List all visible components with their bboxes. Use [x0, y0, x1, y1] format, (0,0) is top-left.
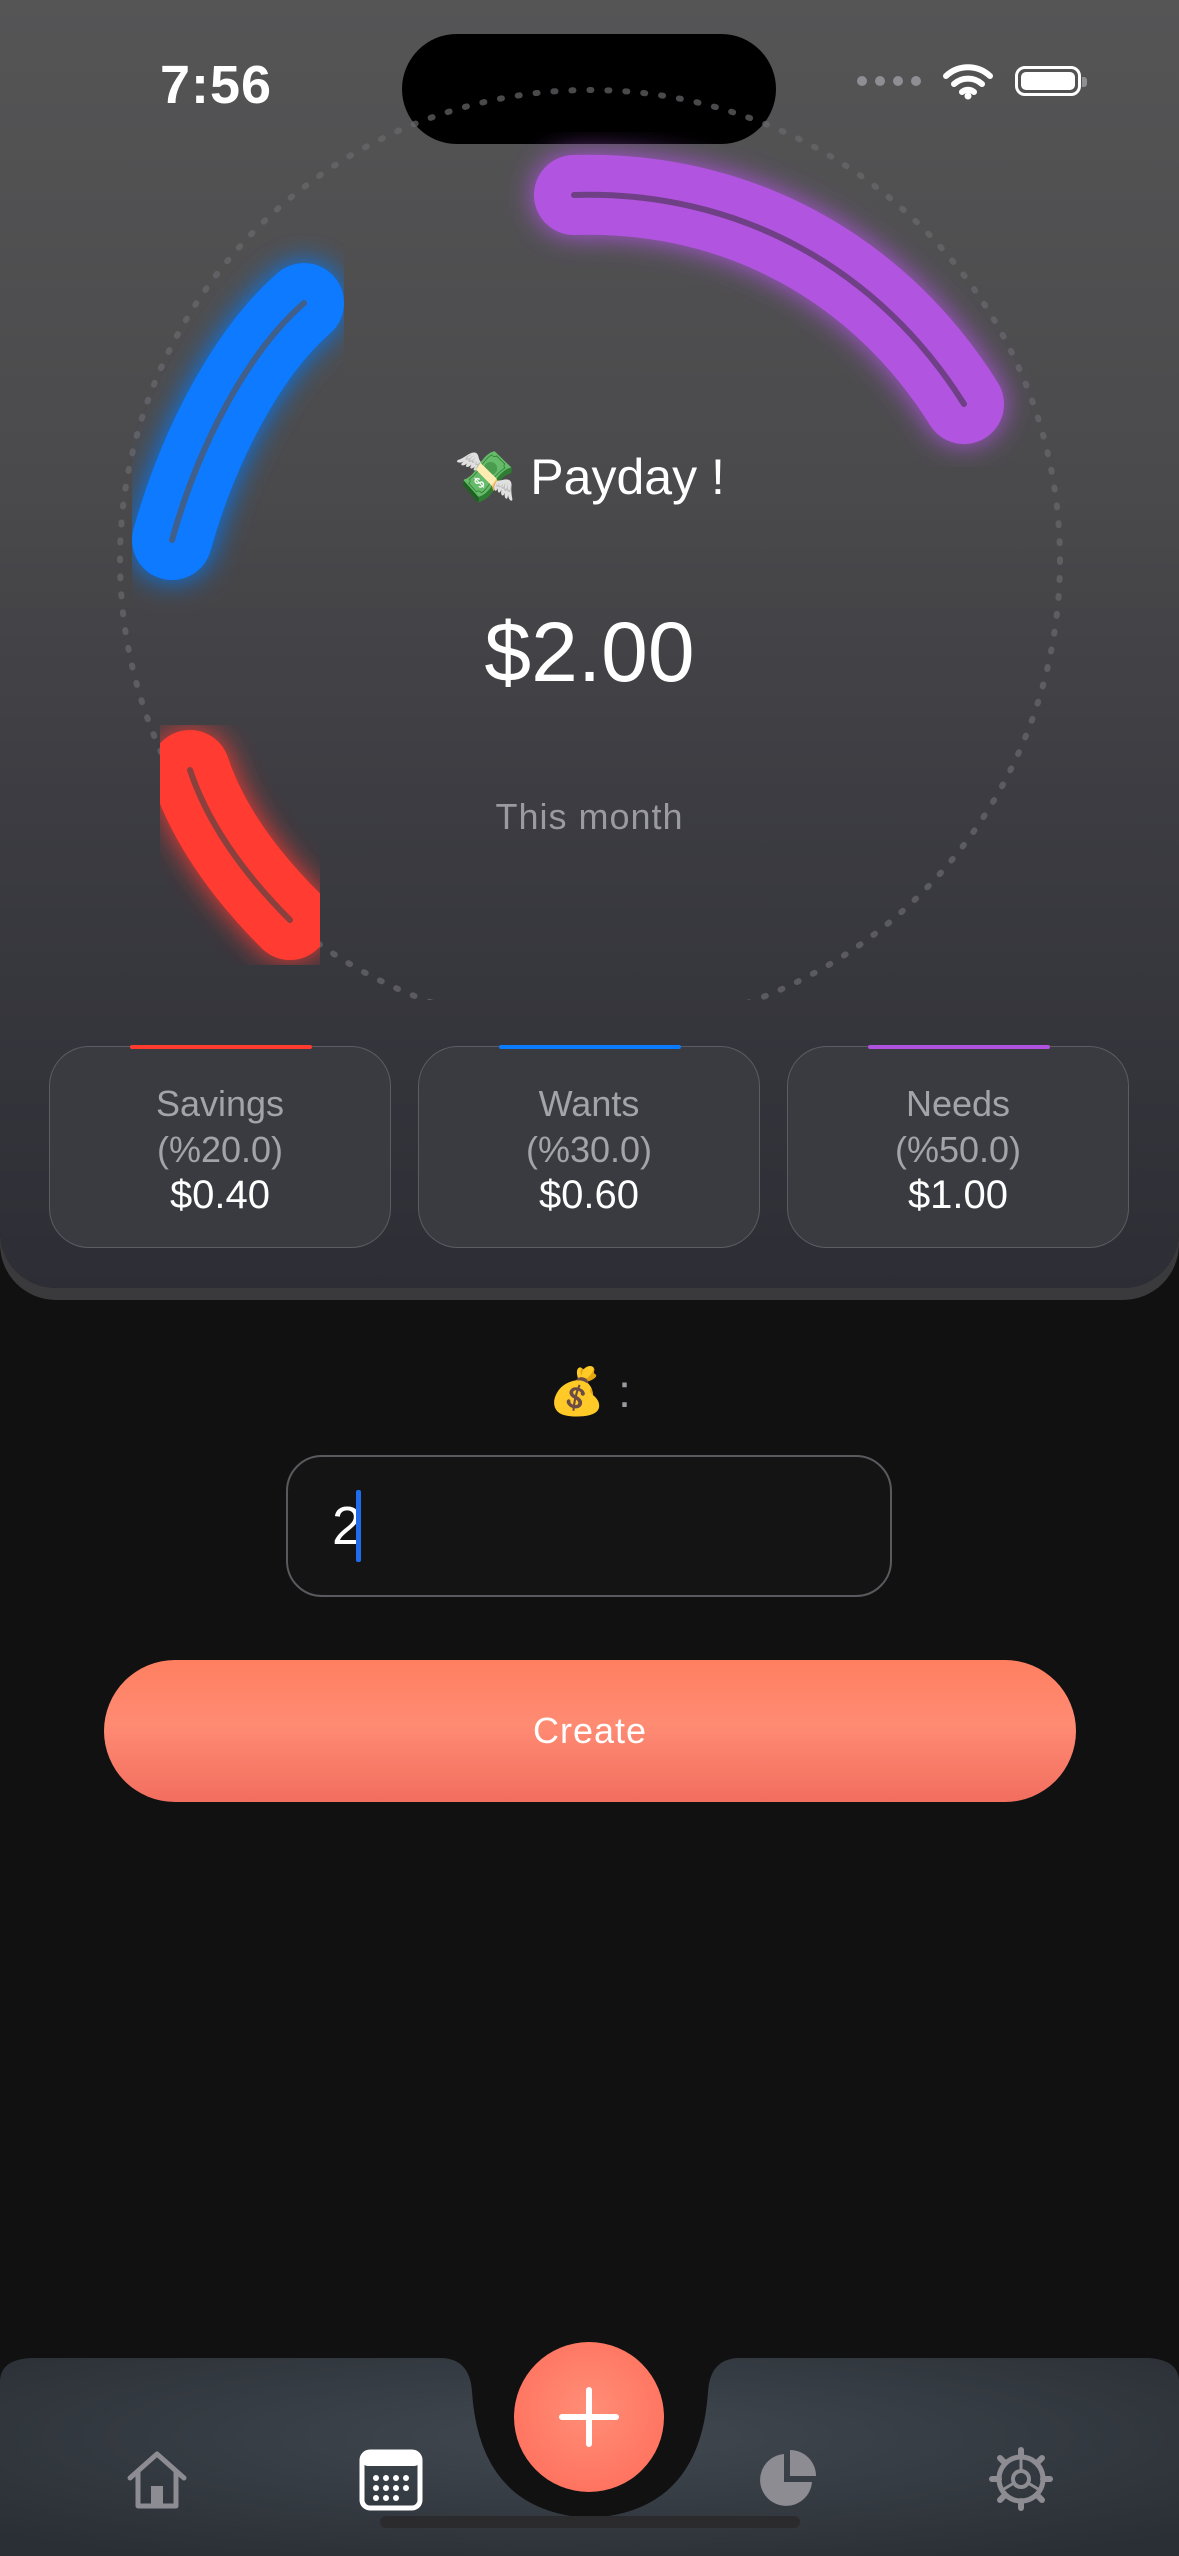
add-button[interactable] — [514, 2342, 664, 2492]
house-icon — [127, 2451, 187, 2509]
category-value: $1.00 — [907, 1173, 1009, 1217]
category-name: Needs — [905, 1083, 1011, 1124]
category-percent: (%50.0) — [894, 1129, 1022, 1170]
text-cursor — [356, 1490, 361, 1562]
wants-card[interactable]: Wants (%30.0) $0.60 — [418, 1045, 760, 1248]
category-value: $0.60 — [538, 1173, 640, 1217]
amount-label-suffix: : — [618, 1365, 631, 1417]
create-button[interactable]: Create — [104, 1660, 1076, 1802]
payday-amount-input[interactable] — [286, 1455, 892, 1597]
tab-settings[interactable] — [988, 2446, 1054, 2512]
payday-title-text: Payday ! — [530, 449, 725, 505]
total-amount: $2.00 — [484, 605, 695, 699]
category-percent: (%20.0) — [156, 1129, 284, 1170]
category-value: $0.40 — [169, 1173, 271, 1217]
savings-card[interactable]: Savings (%20.0) $0.40 — [49, 1045, 391, 1248]
calendar-icon — [359, 2449, 423, 2511]
amount-label: 💰 : — [0, 1364, 1179, 1419]
wants-color-bar — [499, 1045, 681, 1049]
pie-chart-icon — [760, 2450, 816, 2506]
plus-icon — [559, 2387, 619, 2447]
tab-statistics[interactable] — [754, 2446, 820, 2512]
category-percent: (%30.0) — [525, 1129, 653, 1170]
category-name: Savings — [155, 1083, 285, 1124]
category-name: Wants — [538, 1083, 640, 1124]
money-wings-emoji: 💸 — [454, 449, 517, 505]
tab-home[interactable] — [124, 2446, 190, 2512]
tab-calendar[interactable] — [358, 2446, 424, 2512]
money-bag-emoji: 💰 — [548, 1365, 606, 1417]
payday-title: 💸 Payday ! — [0, 448, 1179, 507]
gear-icon — [989, 2447, 1053, 2511]
savings-segment — [150, 730, 330, 960]
home-indicator — [380, 2516, 800, 2528]
needs-card[interactable]: Needs (%50.0) $1.00 — [787, 1045, 1129, 1248]
savings-color-bar — [130, 1045, 312, 1049]
period-label: This month — [495, 796, 684, 837]
needs-color-bar — [868, 1045, 1050, 1049]
needs-segment — [534, 154, 1004, 444]
